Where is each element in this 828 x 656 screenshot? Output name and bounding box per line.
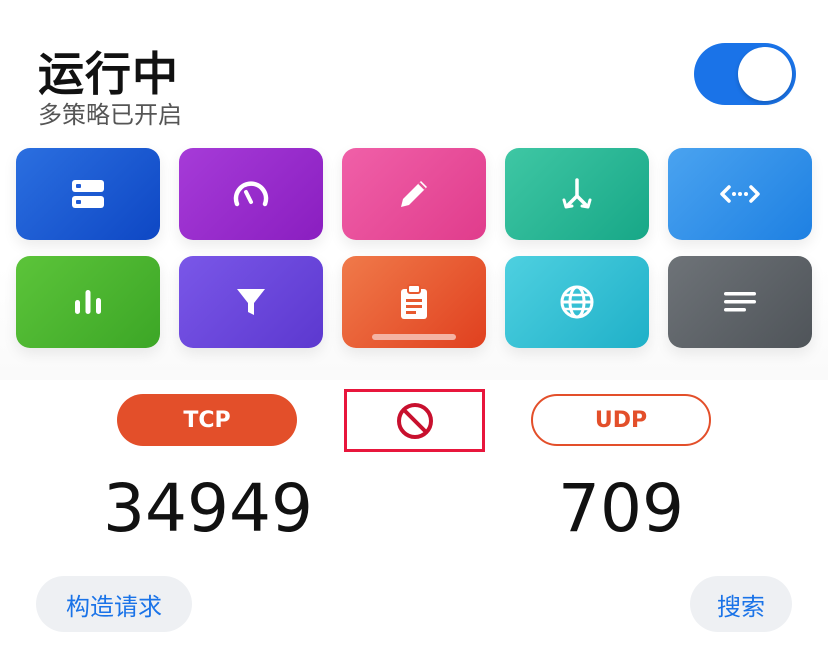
tcp-pill[interactable]: TCP [117, 394, 297, 446]
tool-grid [16, 148, 812, 348]
tile-code[interactable] [668, 148, 812, 240]
filter-icon [237, 289, 265, 315]
udp-pill[interactable]: UDP [531, 394, 711, 446]
active-tile-indicator [372, 334, 456, 340]
udp-count: 709 [558, 470, 684, 547]
tile-edit[interactable] [342, 148, 486, 240]
tile-speed[interactable] [179, 148, 323, 240]
tile-server[interactable] [16, 148, 160, 240]
tile-filter[interactable] [179, 256, 323, 348]
tile-stats[interactable] [16, 256, 160, 348]
tile-globe[interactable] [505, 256, 649, 348]
speedometer-icon [233, 181, 269, 207]
block-button[interactable] [344, 389, 485, 452]
toggle-knob [738, 47, 792, 101]
fork-arrows-icon [562, 178, 592, 209]
tile-logs[interactable] [668, 256, 812, 348]
tile-fork[interactable] [505, 148, 649, 240]
globe-icon [560, 285, 594, 319]
pencil-icon [401, 181, 427, 207]
bar-chart-icon [75, 290, 101, 314]
lines-icon [724, 292, 756, 312]
clipboard-icon [401, 284, 427, 319]
code-arrows-icon [720, 185, 760, 203]
tcp-count: 34949 [103, 470, 313, 547]
prohibited-icon [396, 402, 433, 439]
server-icon [72, 180, 104, 208]
construct-request-button[interactable]: 构造请求 [36, 576, 192, 632]
search-button[interactable]: 搜索 [690, 576, 792, 632]
status-subtitle: 多策略已开启 [38, 101, 182, 129]
power-toggle[interactable] [694, 43, 796, 105]
